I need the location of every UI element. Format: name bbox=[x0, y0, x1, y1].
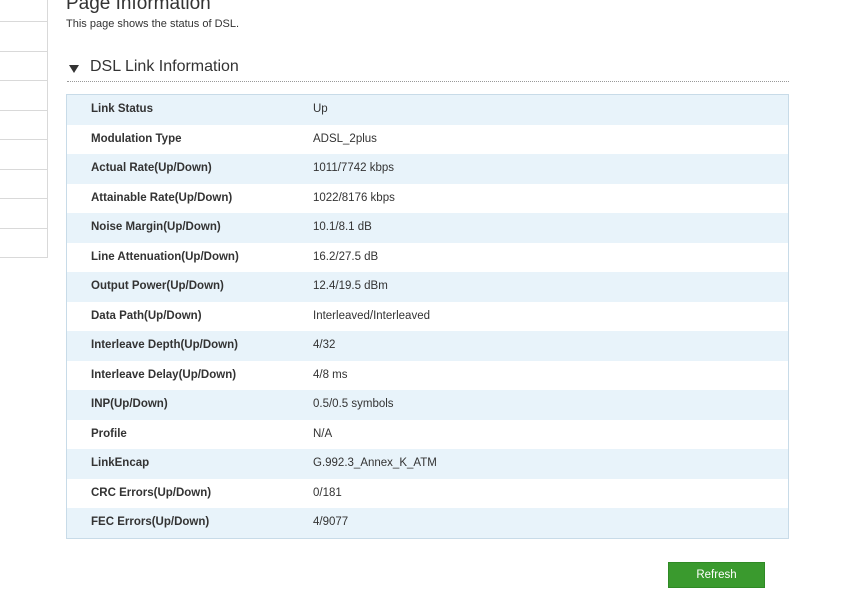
table-row: Actual Rate(Up/Down) 1011/7742 kbps bbox=[67, 154, 788, 184]
table-row: Attainable Rate(Up/Down) 1022/8176 kbps bbox=[67, 183, 788, 213]
row-label: Modulation Type bbox=[91, 132, 182, 145]
row-value: 4/32 bbox=[313, 339, 336, 351]
sidebar-menu bbox=[0, 0, 48, 258]
page-description: This page shows the status of DSL. bbox=[66, 18, 240, 30]
refresh-button[interactable]: Refresh bbox=[668, 562, 765, 588]
table-row: CRC Errors(Up/Down) 0/181 bbox=[67, 478, 788, 508]
sidebar-item[interactable] bbox=[0, 21, 47, 22]
row-label: Link Status bbox=[91, 103, 153, 115]
table-row: LinkEncap G.992.3_Annex_K_ATM bbox=[67, 449, 788, 479]
row-label: Line Attenuation(Up/Down) bbox=[91, 250, 239, 263]
table-row: Interleave Delay(Up/Down) 4/8 ms bbox=[67, 360, 788, 390]
sidebar-item[interactable] bbox=[0, 51, 47, 52]
table-row: Noise Margin(Up/Down) 10.1/8.1 dB bbox=[67, 213, 788, 243]
row-value: Interleaved/Interleaved bbox=[313, 309, 430, 322]
row-value: 16.2/27.5 dB bbox=[313, 250, 379, 263]
row-value: G.992.3_Annex_K_ATM bbox=[313, 457, 437, 469]
sidebar-item[interactable] bbox=[0, 80, 47, 81]
row-value: 0.5/0.5 symbols bbox=[313, 398, 394, 410]
sidebar-item[interactable] bbox=[0, 139, 47, 140]
sidebar-item[interactable] bbox=[0, 169, 47, 170]
row-label: Interleave Delay(Up/Down) bbox=[91, 368, 237, 381]
row-label: Interleave Depth(Up/Down) bbox=[91, 339, 238, 351]
table-row: Line Attenuation(Up/Down) 16.2/27.5 dB bbox=[67, 242, 788, 272]
row-value: 12.4/19.5 dBm bbox=[313, 280, 388, 292]
row-value: N/A bbox=[313, 427, 333, 440]
table-row: FEC Errors(Up/Down) 4/9077 bbox=[67, 508, 788, 538]
row-value: 1011/7742 kbps bbox=[313, 162, 394, 174]
row-value: 10.1/8.1 dB bbox=[313, 221, 372, 233]
page: Page Information This page shows the sta… bbox=[0, 0, 864, 614]
row-label: CRC Errors(Up/Down) bbox=[91, 486, 212, 499]
row-value: 1022/8176 kbps bbox=[313, 191, 395, 204]
section-header-dsl-link[interactable]: DSL Link Information bbox=[67, 58, 789, 82]
table-row: Output Power(Up/Down) 12.4/19.5 dBm bbox=[67, 272, 788, 302]
row-label: Actual Rate(Up/Down) bbox=[91, 162, 212, 174]
sidebar-item[interactable] bbox=[0, 110, 47, 111]
row-value: Up bbox=[313, 103, 328, 115]
row-label: Profile bbox=[91, 427, 127, 440]
row-label: Noise Margin(Up/Down) bbox=[91, 221, 221, 233]
table-row: INP(Up/Down) 0.5/0.5 symbols bbox=[67, 390, 788, 420]
table-row: Data Path(Up/Down) Interleaved/Interleave… bbox=[67, 301, 788, 331]
row-value: 4/8 ms bbox=[313, 368, 348, 381]
dsl-info-table: Link Status Up Modulation Type ADSL_2plus Ac… bbox=[66, 94, 789, 539]
page-title: Page Information bbox=[66, 0, 211, 14]
collapse-triangle-icon[interactable] bbox=[69, 65, 79, 73]
sidebar-item[interactable] bbox=[0, 198, 47, 199]
row-label: Output Power(Up/Down) bbox=[91, 280, 224, 292]
row-label: FEC Errors(Up/Down) bbox=[91, 516, 210, 528]
row-label: Data Path(Up/Down) bbox=[91, 309, 202, 322]
row-value: ADSL_2plus bbox=[313, 132, 377, 145]
row-label: LinkEncap bbox=[91, 457, 150, 469]
sidebar-item[interactable] bbox=[0, 228, 47, 229]
row-label: INP(Up/Down) bbox=[91, 398, 168, 410]
row-value: 4/9077 bbox=[313, 516, 349, 528]
table-row: Profile N/A bbox=[67, 419, 788, 449]
section-title: DSL Link Information bbox=[90, 58, 239, 75]
table-row: Link Status Up bbox=[67, 95, 788, 125]
row-label: Attainable Rate(Up/Down) bbox=[91, 191, 233, 204]
table-row: Modulation Type ADSL_2plus bbox=[67, 124, 788, 154]
table-row: Interleave Depth(Up/Down) 4/32 bbox=[67, 331, 788, 361]
row-value: 0/181 bbox=[313, 486, 342, 499]
